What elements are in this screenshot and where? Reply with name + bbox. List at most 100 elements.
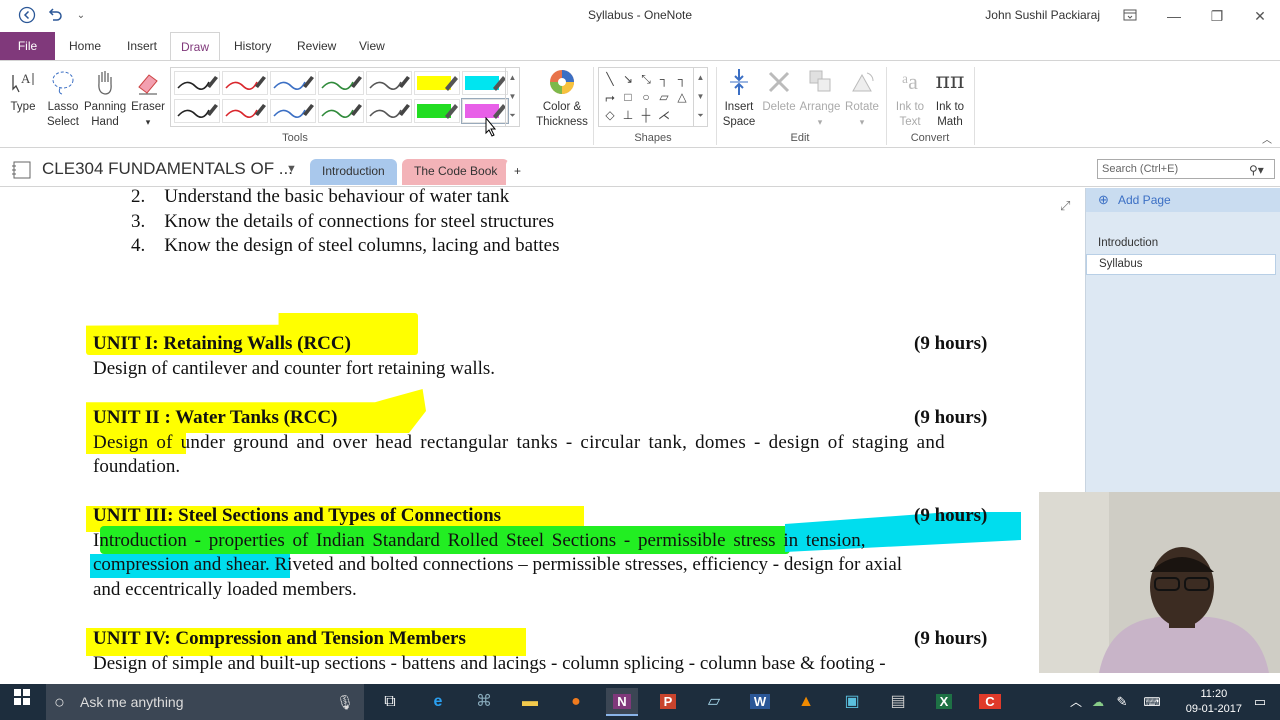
add-section-button[interactable]: +	[506, 159, 530, 185]
graph-shape-icon[interactable]: ⊥	[619, 106, 637, 124]
eraser-dropdown-icon[interactable]: ▾	[146, 117, 151, 127]
ribbon: A Type Lasso Select Panning Hand Eraser …	[0, 60, 1280, 148]
close-icon[interactable]: ✕	[1249, 6, 1271, 26]
keyboard-icon[interactable]: ⌨	[1136, 688, 1168, 716]
ellipse-shape-icon[interactable]: ○	[637, 88, 655, 106]
pen-tray-icon[interactable]: ✎	[1106, 688, 1138, 716]
pen-swatch[interactable]	[462, 71, 508, 95]
rectangle-shape-icon[interactable]: □	[619, 88, 637, 106]
rotate-dropdown-icon[interactable]: ▾	[860, 117, 865, 127]
parallelogram-shape-icon[interactable]: ▱	[655, 88, 673, 106]
triangle-shape-icon[interactable]: △	[673, 88, 691, 106]
cortana-placeholder: Ask me anything	[80, 694, 184, 710]
microphone-icon[interactable]: 🎙	[336, 684, 354, 720]
notebook-icon	[10, 160, 34, 183]
camtasia-icon[interactable]: C	[974, 688, 1006, 716]
pen-swatch[interactable]	[174, 99, 220, 123]
user-name[interactable]: John Sushil Packiaraj	[985, 8, 1100, 22]
add-page-button[interactable]: ⊕ Add Page	[1086, 188, 1280, 212]
shapes-down-icon[interactable]: ▼	[694, 87, 707, 106]
pen-swatch[interactable]	[270, 71, 316, 95]
type-button[interactable]: A Type	[6, 67, 40, 115]
gallery-up-icon[interactable]: ▲	[506, 68, 519, 87]
pen-swatch[interactable]	[366, 71, 412, 95]
pen-swatch[interactable]	[222, 99, 268, 123]
network-app-icon[interactable]: ⌘	[468, 688, 500, 716]
arrange-dropdown-icon[interactable]: ▾	[818, 117, 823, 127]
tab-review[interactable]: Review	[287, 32, 346, 61]
rotate-button[interactable]: Rotate ▾	[842, 67, 882, 130]
color-thickness-button[interactable]: Color & Thickness	[535, 67, 589, 130]
page-item-introduction[interactable]: Introduction	[1098, 237, 1158, 249]
tab-insert[interactable]: Insert	[117, 32, 167, 61]
tab-draw[interactable]: Draw	[170, 32, 221, 61]
word-icon[interactable]: W	[744, 688, 776, 716]
tab-file[interactable]: File	[0, 32, 55, 61]
file-explorer-icon[interactable]: ▬	[514, 688, 546, 716]
tab-view[interactable]: View	[349, 32, 395, 61]
expand-icon[interactable]: ⤢	[1060, 198, 1070, 214]
vlc-icon[interactable]: ▲	[790, 688, 822, 716]
firefox-icon[interactable]: ●	[560, 688, 592, 716]
clock[interactable]: 11:20 09-01-2017	[1186, 687, 1242, 717]
divider	[716, 67, 717, 145]
tab-home[interactable]: Home	[59, 32, 111, 61]
ink-to-text-button[interactable]: ᵃa Ink to Text	[890, 67, 930, 130]
computer-icon[interactable]: ▤	[882, 688, 914, 716]
section-tab-code-book[interactable]: The Code Book	[402, 159, 510, 185]
page-content[interactable]: ⤢ 2. Understand the basic behaviour of w…	[0, 188, 1085, 673]
notifications-icon[interactable]: ▭	[1244, 688, 1276, 716]
task-view-icon[interactable]: ⧉	[374, 688, 406, 716]
restore-icon[interactable]: ❐	[1206, 6, 1228, 26]
lasso-select-button[interactable]: Lasso Select	[44, 67, 82, 130]
pen-swatch[interactable]	[414, 71, 460, 95]
bracket-shape-icon[interactable]: ⮣	[601, 88, 619, 106]
edge-icon[interactable]: e	[422, 688, 454, 716]
tab-history[interactable]: History	[224, 32, 281, 61]
app-window-icon[interactable]: ▣	[836, 688, 868, 716]
ink-to-math-button[interactable]: ππ Ink to Math	[930, 67, 970, 130]
eraser-button[interactable]: Eraser ▾	[130, 67, 166, 130]
pen-swatch[interactable]	[414, 99, 460, 123]
pen-swatch[interactable]	[318, 99, 364, 123]
double-arrow-shape-icon[interactable]: ⤡	[637, 70, 655, 88]
pen-swatch[interactable]	[222, 71, 268, 95]
pen-swatch[interactable]	[318, 71, 364, 95]
notebook-title[interactable]: CLE304 FUNDAMENTALS OF ...	[42, 159, 293, 179]
insert-space-label-2: Space	[722, 116, 756, 128]
powerpoint-icon[interactable]: P	[652, 688, 684, 716]
gallery-down-icon[interactable]: ▼	[506, 87, 519, 106]
cortana-search[interactable]: ○ Ask me anything 🎙	[46, 684, 364, 720]
onenote-icon[interactable]: N	[606, 688, 638, 716]
axis-shape-icon[interactable]: ┼	[637, 106, 655, 124]
panning-hand-button[interactable]: Panning Hand	[84, 67, 126, 130]
insert-space-button[interactable]: Insert Space	[720, 67, 758, 130]
shapes-up-icon[interactable]: ▲	[694, 68, 707, 87]
unit-body: Design of simple and built-up sections -…	[93, 653, 886, 673]
delete-button[interactable]: Delete	[760, 67, 798, 115]
arrange-button[interactable]: Arrange ▾	[799, 67, 841, 130]
shapes-more-icon[interactable]: ⏷	[694, 106, 707, 125]
unit-title: UNIT III: Steel Sections and Types of Co…	[93, 505, 502, 526]
page-item-syllabus[interactable]: Syllabus	[1086, 254, 1276, 275]
pen-swatch[interactable]	[270, 99, 316, 123]
diamond-shape-icon[interactable]: ◇	[601, 106, 619, 124]
collapse-ribbon-icon[interactable]: ︿	[1262, 131, 1272, 146]
notepad-icon[interactable]: ▱	[698, 688, 730, 716]
minimize-icon[interactable]: —	[1163, 6, 1185, 26]
excel-icon[interactable]: X	[928, 688, 960, 716]
eraser-icon	[130, 67, 166, 97]
axis3d-shape-icon[interactable]: ⋌	[655, 106, 673, 124]
corner-shape-icon[interactable]: ┐	[655, 70, 673, 88]
section-tab-introduction[interactable]: Introduction	[310, 159, 397, 185]
corner2-shape-icon[interactable]: ┐	[673, 70, 691, 88]
ribbon-display-options-icon[interactable]	[1119, 6, 1141, 26]
pen-swatch[interactable]	[366, 99, 412, 123]
pen-swatch[interactable]	[174, 71, 220, 95]
search-icon[interactable]: ⚲▾	[1249, 163, 1264, 177]
arrow-shape-icon[interactable]: ↘	[619, 70, 637, 88]
windows-start-icon[interactable]	[6, 688, 38, 716]
line-shape-icon[interactable]: ╲	[601, 70, 619, 88]
notebook-dropdown-icon[interactable]: ▼	[286, 163, 297, 175]
gallery-more-icon[interactable]: ⏷	[506, 106, 519, 125]
